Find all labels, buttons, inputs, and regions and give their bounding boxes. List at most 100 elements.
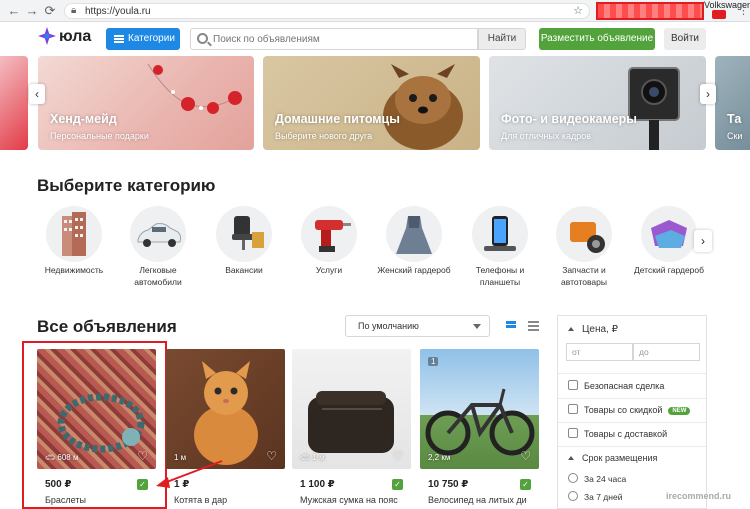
chevron-down-icon	[473, 324, 481, 329]
divider	[558, 373, 706, 374]
category-next-button[interactable]: ›	[694, 230, 712, 252]
banner-next-button[interactable]: ›	[700, 84, 716, 104]
listing-title[interactable]: Велосипед на литых ди	[428, 495, 527, 505]
list-view-icon[interactable]	[528, 321, 539, 331]
period-filter-header[interactable]: Срок размещения	[568, 453, 657, 463]
logo-text[interactable]: юла	[59, 28, 91, 46]
checkbox-icon	[568, 404, 578, 414]
annotation-arrow	[156, 460, 223, 488]
category-item-cars[interactable]: Легковые автомобили	[118, 206, 198, 288]
redacted-profile-area	[596, 2, 704, 20]
categories-button[interactable]: Категории	[106, 28, 180, 50]
favorite-heart-icon[interactable]: ♡	[392, 449, 403, 463]
listing-title[interactable]: Котята в дар	[174, 495, 227, 505]
browser-menu-icon[interactable]: ⋮	[738, 6, 749, 17]
listing-price: 1 100 ₽	[300, 479, 335, 490]
discount-checkbox[interactable]: Товары со скидкой NEW	[568, 404, 691, 415]
banner-subtitle: Выберите нового друга	[275, 131, 373, 141]
extension-icon[interactable]	[712, 10, 726, 19]
login-button[interactable]: Войти	[664, 28, 706, 50]
period-option-label: За 7 дней	[584, 492, 623, 502]
new-badge: NEW	[668, 407, 691, 415]
listing-card[interactable]: 🚗︎ 1 м ♡ 1 100 ₽ ✓ Мужская сумка на пояс	[292, 349, 411, 509]
favorite-heart-icon[interactable]: ♡	[520, 449, 531, 463]
chevron-up-icon	[568, 456, 574, 460]
period-label: Срок размещения	[582, 453, 658, 463]
back-arrow-icon[interactable]: ←	[6, 3, 22, 19]
category-item-services[interactable]: Услуги	[289, 206, 369, 276]
banner-title: Домашние питомцы	[275, 112, 400, 126]
banner-handmade[interactable]: Хенд-мейд Персональные подарки	[38, 56, 254, 150]
safe-deal-label: Безопасная сделка	[584, 381, 665, 391]
chevron-up-icon	[568, 327, 574, 331]
address-text: https://youla.ru	[85, 6, 151, 17]
divider	[558, 446, 706, 447]
banner-title: Фото- и видеокамеры	[501, 112, 637, 126]
category-label: Легковые автомобили	[134, 265, 182, 287]
banner-pets[interactable]: Домашние питомцы Выберите нового друга	[263, 56, 480, 150]
menu-icon	[114, 35, 124, 43]
kids-clothes-icon	[641, 206, 697, 262]
distance-value: 1 м	[312, 453, 325, 462]
highlight-box	[22, 341, 167, 509]
reload-icon[interactable]: ⟳	[42, 3, 58, 19]
delivery-checkbox[interactable]: Товары с доставкой	[568, 428, 667, 439]
checkbox-icon	[568, 380, 578, 390]
price-to-input[interactable]: до	[633, 343, 700, 361]
price-label: Цена, ₽	[582, 324, 618, 335]
category-item-women-clothes[interactable]: Женский гардероб	[374, 206, 454, 276]
banner-partial-left[interactable]	[0, 56, 28, 150]
forward-arrow-icon[interactable]: →	[24, 3, 40, 19]
banner-prev-button[interactable]: ‹	[29, 84, 45, 104]
category-label: Услуги	[315, 265, 343, 275]
listings-title: Все объявления	[37, 317, 177, 336]
checkbox-icon	[568, 428, 578, 438]
sort-value: По умолчанию	[358, 321, 419, 331]
category-label: Детский гардероб	[633, 265, 704, 275]
banner-carousel: Хенд-мейд Персональные подарки Домашние …	[0, 56, 750, 152]
distance-label: 🚗︎ 1 м	[300, 453, 325, 462]
category-item-phones[interactable]: Телефоны и планшеты	[460, 206, 540, 288]
verified-check-icon: ✓	[392, 479, 403, 490]
lock-icon: 🔒︎	[71, 5, 77, 16]
radio-icon	[568, 473, 578, 483]
favorite-heart-icon[interactable]: ♡	[266, 449, 277, 463]
youla-logo-icon[interactable]	[38, 27, 56, 45]
radio-icon	[568, 491, 578, 501]
safe-deal-checkbox[interactable]: Безопасная сделка	[568, 380, 664, 391]
search-box	[190, 28, 478, 50]
site-header: юла Категории Найти Разместить объявлени…	[0, 22, 750, 58]
listing-card[interactable]: 1 2,2 км ♡ 10 750 ₽ ✓ Велосипед на литых…	[420, 349, 539, 509]
category-item-autoparts[interactable]: Запчасти и автотовары	[544, 206, 624, 288]
category-item-realty[interactable]: Недвижимость	[34, 206, 114, 276]
banner-subtitle: Для отличных кадров	[501, 131, 592, 141]
delivery-label: Товары с доставкой	[584, 429, 668, 439]
category-item-jobs[interactable]: Вакансии	[204, 206, 284, 276]
listing-title[interactable]: Мужская сумка на пояс	[300, 495, 398, 505]
banner-partial-right[interactable]: Та Ски	[715, 56, 750, 150]
divider	[558, 422, 706, 423]
category-label: Вакансии	[225, 265, 263, 275]
banner-subtitle: Персональные подарки	[50, 131, 149, 141]
category-section-title: Выберите категорию	[37, 176, 216, 195]
categories-label: Категории	[128, 33, 175, 44]
sort-select[interactable]: По умолчанию	[345, 315, 490, 337]
period-option-7d[interactable]: За 7 дней	[568, 491, 622, 502]
banner-title: Хенд-мейд	[50, 112, 117, 126]
bookmark-star-icon[interactable]: ☆	[573, 4, 583, 17]
price-from-input[interactable]: от	[566, 343, 633, 361]
banner-cameras[interactable]: Фото- и видеокамеры Для отличных кадров	[489, 56, 706, 150]
find-button[interactable]: Найти	[478, 28, 526, 50]
building-icon	[46, 206, 102, 262]
dress-icon	[386, 206, 442, 262]
address-bar[interactable]: 🔒︎ https://youla.ru ☆	[64, 3, 590, 19]
post-ad-button[interactable]: Разместить объявление	[539, 28, 655, 50]
price-filter-header[interactable]: Цена, ₽	[568, 324, 618, 335]
discount-label: Товары со скидкой	[584, 405, 663, 415]
banner-subtitle: Ски	[727, 131, 743, 141]
period-option-24h[interactable]: За 24 часа	[568, 473, 626, 484]
search-icon	[197, 33, 208, 44]
grid-view-icon[interactable]	[506, 321, 516, 331]
search-input[interactable]	[213, 31, 473, 47]
period-option-label: За 24 часа	[584, 474, 627, 484]
